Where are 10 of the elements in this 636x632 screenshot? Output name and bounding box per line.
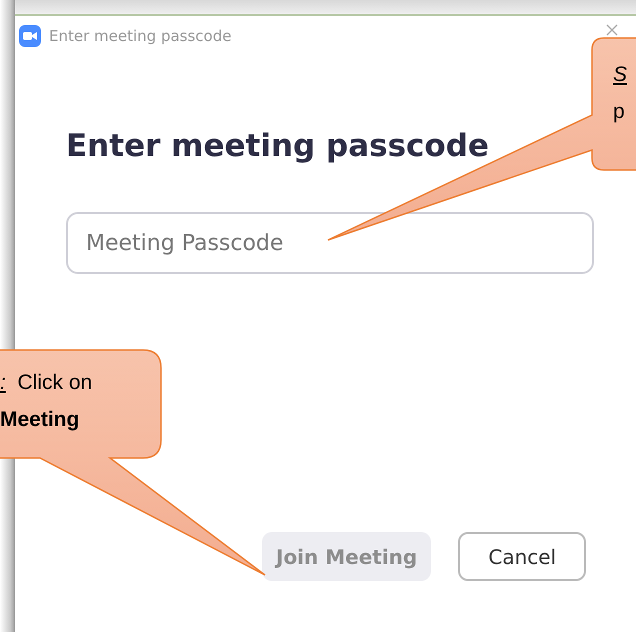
callout-text: p <box>613 99 625 125</box>
callout-text: : Click on <box>0 370 92 396</box>
callout-text: S <box>613 62 628 88</box>
callout-text: Meeting <box>0 407 80 433</box>
video-camera-logo-icon <box>19 25 41 47</box>
dialog-heading: Enter meeting passcode <box>66 127 490 166</box>
window-title: Enter meeting passcode <box>49 27 232 45</box>
passcode-field[interactable]: Meeting Passcode <box>66 212 594 274</box>
close-icon[interactable] <box>606 24 618 36</box>
cancel-button[interactable]: Cancel <box>458 532 586 581</box>
